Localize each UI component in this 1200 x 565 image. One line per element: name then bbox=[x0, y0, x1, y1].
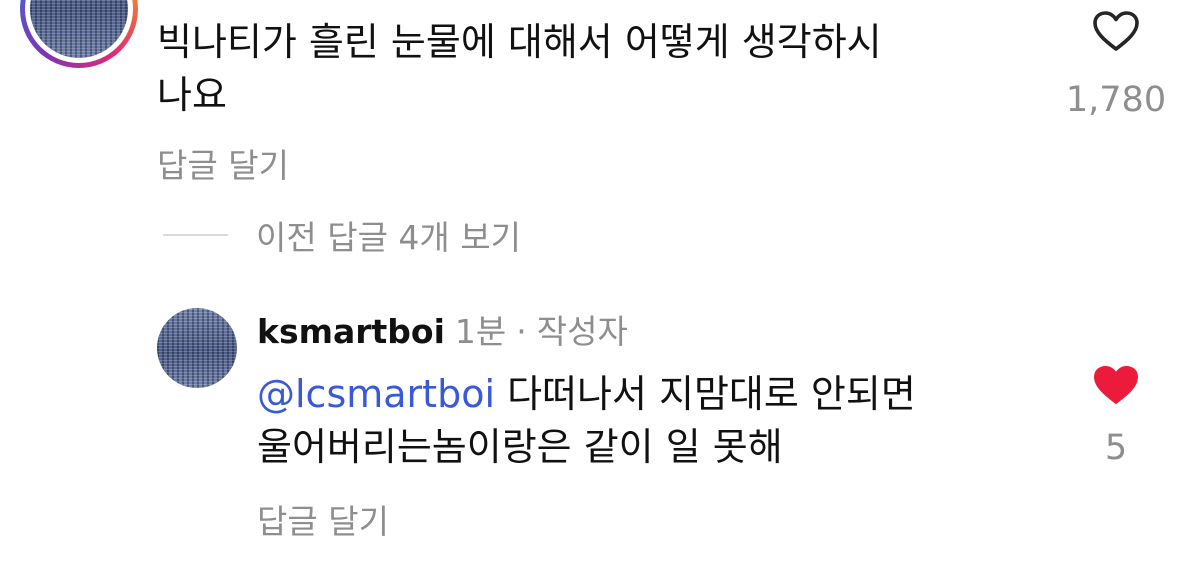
commenter-avatar[interactable] bbox=[20, 0, 138, 68]
like-count: 1,780 bbox=[1065, 80, 1167, 120]
mention-link[interactable]: @lcsmartboi bbox=[257, 372, 495, 416]
reply-text-line: @lcsmartboi 다떠나서 지맘대로 안되면 bbox=[257, 368, 1057, 421]
comment-text-line: 나요 bbox=[157, 73, 227, 117]
heart-filled-icon[interactable] bbox=[1092, 364, 1140, 406]
reply-username[interactable]: ksmartboi bbox=[257, 312, 445, 351]
reply-button[interactable]: 답글 달기 bbox=[257, 495, 389, 543]
view-previous-replies-label: 이전 답글 4개 보기 bbox=[256, 218, 521, 257]
view-previous-replies-button[interactable]: 이전 답글 4개 보기 bbox=[163, 211, 521, 259]
reply-text-segment: 다떠나서 지맘대로 안되면 bbox=[495, 372, 916, 416]
author-badge: 작성자 bbox=[536, 312, 628, 351]
reply-header: ksmartboi 1분 · 작성자 bbox=[257, 306, 628, 358]
comment-text: 빅나티가 흘린 눈물에 대해서 어떻게 생각하시 나요 bbox=[157, 16, 1037, 122]
reply-separator: · bbox=[516, 312, 527, 351]
reply-text-line: 울어버리는놈이랑은 같이 일 못해 bbox=[257, 425, 783, 469]
like-count: 5 bbox=[1104, 428, 1128, 468]
heart-outline-icon[interactable] bbox=[1092, 10, 1140, 52]
reply-like: 5 bbox=[1060, 364, 1172, 468]
comment-like: 1,780 bbox=[1060, 10, 1172, 120]
reply-timestamp: 1분 bbox=[454, 312, 507, 351]
reply-text: @lcsmartboi 다떠나서 지맘대로 안되면 울어버리는놈이랑은 같이 일… bbox=[257, 368, 1057, 474]
reply-avatar[interactable] bbox=[157, 308, 237, 388]
reply-button[interactable]: 답글 달기 bbox=[157, 139, 289, 187]
comment-text-line: 빅나티가 흘린 눈물에 대해서 어떻게 생각하시 bbox=[157, 20, 882, 64]
divider-line bbox=[163, 234, 228, 236]
